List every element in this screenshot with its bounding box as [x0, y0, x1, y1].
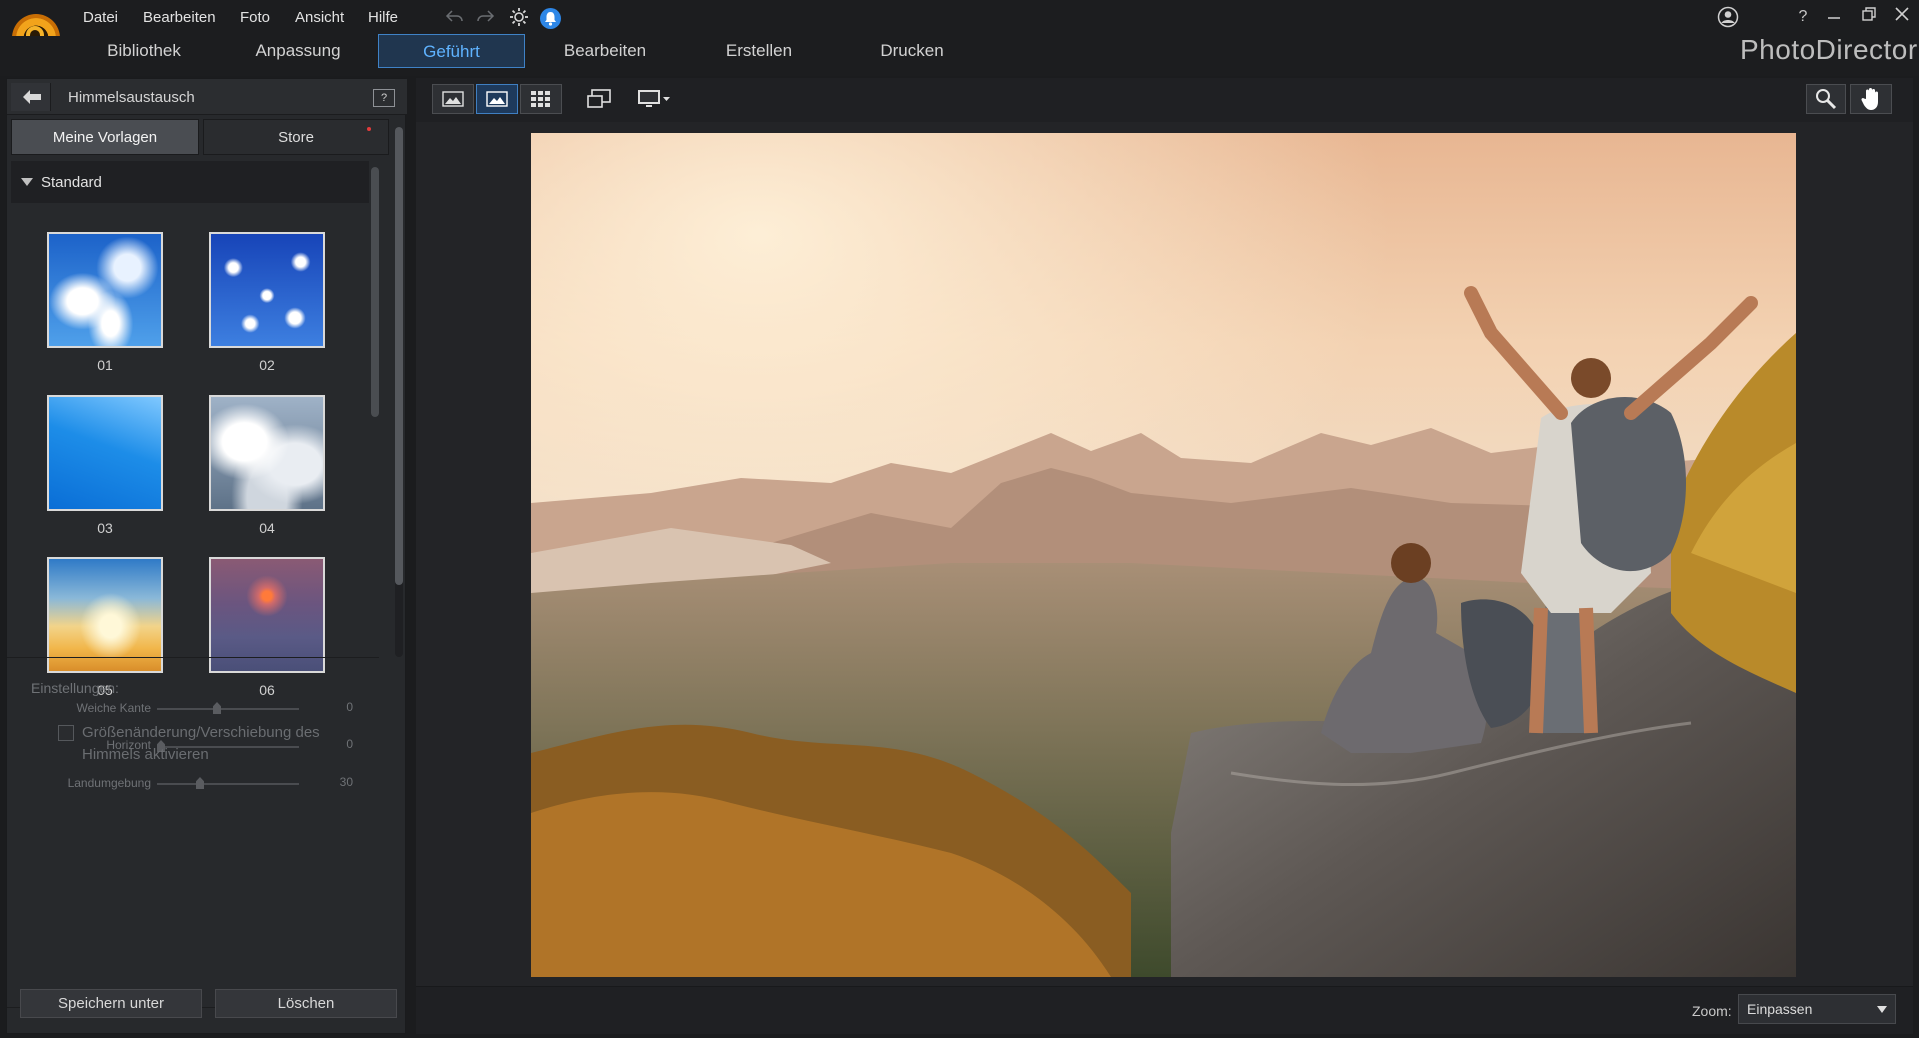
- sky-template-label: 03: [97, 520, 113, 536]
- help-panel-icon[interactable]: ?: [373, 89, 395, 107]
- menu-foto[interactable]: Foto: [240, 9, 270, 26]
- save-as-button[interactable]: Speichern unter: [20, 989, 202, 1018]
- sky-template-03[interactable]: [47, 395, 163, 511]
- title-bar: Datei Bearbeiten Foto Ansicht Hilfe ?: [0, 0, 1919, 62]
- hand-pan-icon: [1861, 88, 1878, 110]
- zoom-label: Zoom:: [1692, 1003, 1732, 1019]
- guided-panel: Himmelsaustausch ? Meine Vorlagen Store …: [6, 78, 407, 1034]
- tab-store[interactable]: Store: [203, 119, 389, 155]
- sky-template-06[interactable]: [209, 557, 325, 673]
- compare-view-icon: [442, 91, 464, 107]
- app-brand: PhotoDirector: [1740, 34, 1918, 65]
- account-icon[interactable]: [1716, 6, 1740, 28]
- hand-tool-button[interactable]: [1850, 84, 1892, 114]
- back-button[interactable]: [11, 83, 51, 111]
- close-icon[interactable]: [1890, 6, 1914, 28]
- restore-icon[interactable]: [1857, 6, 1881, 28]
- sky-template-label: 04: [259, 520, 275, 536]
- slider-landumgebung[interactable]: [157, 777, 299, 789]
- tab-meine-vorlagen[interactable]: Meine Vorlagen: [11, 119, 199, 155]
- bell-icon[interactable]: [540, 8, 561, 29]
- category-standard[interactable]: Standard: [11, 161, 369, 203]
- store-notification-dot: [367, 127, 371, 131]
- zoom-value: Einpassen: [1747, 1001, 1813, 1017]
- back-arrow-icon: [23, 90, 41, 104]
- delete-button[interactable]: Löschen: [215, 989, 397, 1018]
- sky-template-05[interactable]: [47, 557, 163, 673]
- menu-hilfe[interactable]: Hilfe: [368, 9, 398, 26]
- chevron-down-icon: [1877, 1006, 1887, 1013]
- collapse-triangle-icon: [21, 178, 33, 186]
- menu-datei[interactable]: Datei: [83, 9, 118, 26]
- sky-template-label: 02: [259, 357, 275, 373]
- tab-bibliothek[interactable]: Bibliothek: [88, 34, 200, 68]
- settings-label: Einstellungen:: [31, 680, 119, 696]
- menu-ansicht[interactable]: Ansicht: [295, 9, 344, 26]
- slider-value-weiche-kante: 0: [346, 700, 353, 714]
- sky-template-02[interactable]: [209, 232, 325, 348]
- tab-erstellen[interactable]: Erstellen: [704, 34, 814, 68]
- sky-template-01[interactable]: [47, 232, 163, 348]
- monitor-button[interactable]: [634, 84, 674, 114]
- resize-sky-checkbox[interactable]: [58, 725, 74, 741]
- fullscreen-button[interactable]: [582, 84, 616, 114]
- sky-template-04[interactable]: [209, 395, 325, 511]
- grid-view-button[interactable]: [520, 84, 562, 114]
- slider-value-landumgebung: 30: [339, 775, 353, 789]
- zoom-tool-button[interactable]: [1806, 84, 1846, 114]
- tab-gefuehrt[interactable]: Geführt: [378, 34, 525, 68]
- template-scrollbar[interactable]: [371, 167, 379, 417]
- redo-icon[interactable]: [474, 7, 496, 29]
- panel-header: Himmelsaustausch ?: [7, 79, 407, 115]
- undo-icon[interactable]: [444, 7, 466, 29]
- tab-bearbeiten[interactable]: Bearbeiten: [548, 34, 662, 68]
- slider-knob[interactable]: [196, 777, 204, 789]
- tab-drucken[interactable]: Drucken: [858, 34, 966, 68]
- edited-photo[interactable]: [531, 133, 1796, 977]
- tab-anpassung[interactable]: Anpassung: [240, 34, 356, 68]
- compare-view-button[interactable]: [432, 84, 474, 114]
- fullscreen-icon: [587, 89, 611, 108]
- gear-icon[interactable]: [508, 7, 530, 29]
- zoom-dropdown[interactable]: Einpassen: [1738, 994, 1896, 1024]
- slider-label-weiche-kante: Weiche Kante: [76, 701, 152, 715]
- single-view-button[interactable]: [476, 84, 518, 114]
- zoom-icon: [1816, 89, 1837, 110]
- panel-scrollbar[interactable]: [395, 127, 403, 657]
- slider-knob[interactable]: [213, 702, 221, 714]
- sky-template-label: 01: [97, 357, 113, 373]
- resize-sky-label: Größenänderung/Verschiebung des Himmels …: [82, 724, 320, 763]
- slider-weiche-kante[interactable]: [157, 702, 299, 714]
- help-icon[interactable]: ?: [1791, 6, 1815, 28]
- single-view-icon: [486, 91, 508, 107]
- category-label: Standard: [41, 174, 102, 191]
- menu-bearbeiten[interactable]: Bearbeiten: [143, 9, 216, 26]
- slider-label-landumgebung: Landumgebung: [67, 776, 151, 790]
- grid-view-icon: [531, 91, 550, 107]
- settings-section: Einstellungen: Weiche Kante 0 Horizont 0…: [7, 657, 379, 1007]
- minimize-icon[interactable]: [1822, 6, 1846, 28]
- status-bar: [416, 986, 1913, 1034]
- panel-title: Himmelsaustausch: [68, 89, 195, 106]
- monitor-icon: [638, 90, 670, 107]
